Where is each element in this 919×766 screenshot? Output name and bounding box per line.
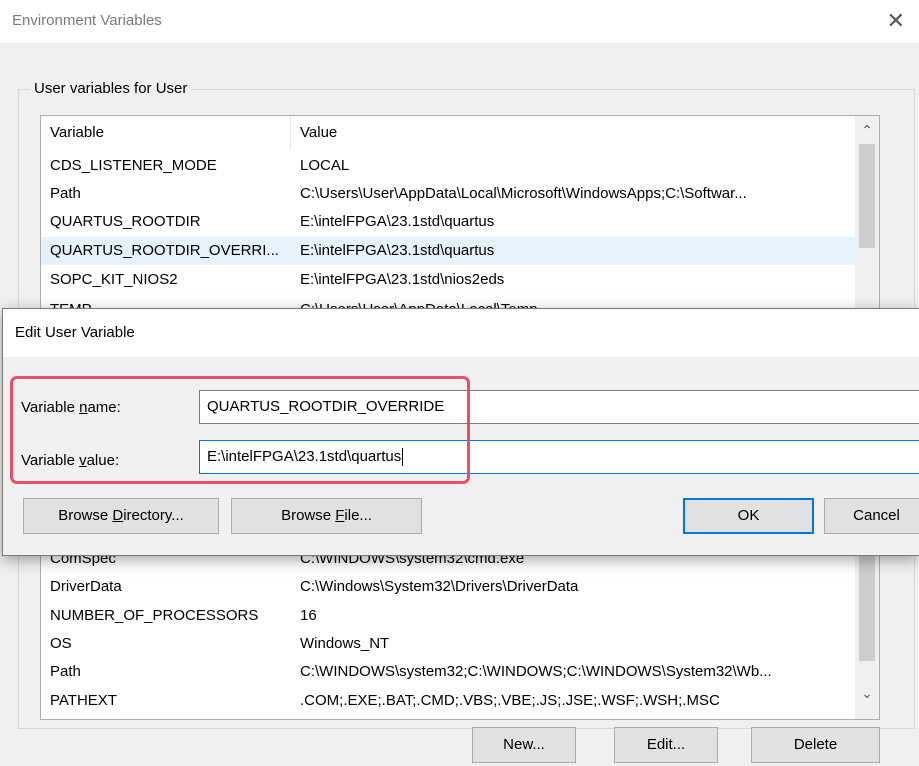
variable-name: NUMBER_OF_PROCESSORS (50, 607, 259, 624)
variable-value: LOCAL (300, 157, 350, 174)
button-text: irectory... (123, 507, 184, 524)
field-value: QUARTUS_ROOTDIR_OVERRIDE (207, 398, 445, 415)
list-item[interactable]: Path C:\WINDOWS\system32;C:\WINDOWS;C:\W… (41, 658, 855, 686)
variable-name: QUARTUS_ROOTDIR (50, 213, 201, 230)
scroll-down-icon[interactable]: ⌄ (855, 683, 879, 703)
column-header-value[interactable]: Value (290, 116, 860, 150)
variable-value: 16 (300, 607, 317, 624)
label-text: Variable (21, 399, 80, 416)
button-text: Browse (281, 507, 336, 524)
list-item[interactable]: PATHEXT .COM;.EXE;.BAT;.CMD;.VBS;.VBE;.J… (41, 687, 855, 715)
edit-button[interactable]: Edit... (614, 727, 718, 763)
button-text: Browse (58, 507, 113, 524)
variable-value-label: Variable value: (21, 452, 119, 469)
access-key: v (79, 452, 87, 469)
scroll-up-icon[interactable]: ⌃ (855, 120, 879, 140)
label-text: ame: (87, 399, 121, 416)
variable-name: Path (50, 185, 81, 202)
column-header-variable[interactable]: Variable (41, 116, 290, 150)
scroll-thumb[interactable] (859, 541, 875, 661)
variable-name: PATHEXT (50, 692, 117, 709)
list-item[interactable]: OS Windows_NT (41, 630, 855, 658)
list-item-selected[interactable]: QUARTUS_ROOTDIR_OVERRI... E:\intelFPGA\2… (41, 237, 855, 265)
variable-value-field[interactable]: E:\intelFPGA\23.1std\quartus (199, 440, 919, 474)
variable-value: Windows_NT (300, 635, 390, 652)
list-item[interactable]: Path C:\Users\User\AppData\Local\Microso… (41, 180, 855, 208)
ok-button[interactable]: OK (683, 498, 814, 534)
variable-name: Path (50, 663, 81, 680)
list-item[interactable]: CDS_LISTENER_MODE LOCAL (41, 152, 855, 180)
variable-value: C:\WINDOWS\system32;C:\WINDOWS;C:\WINDOW… (300, 663, 772, 680)
button-text: ile... (344, 507, 372, 524)
access-key: D (112, 507, 124, 524)
variable-value: E:\intelFPGA\23.1std\quartus (300, 213, 495, 230)
list-item[interactable]: SOPC_KIT_NIOS2 E:\intelFPGA\23.1std\nios… (41, 266, 855, 294)
variable-value: .COM;.EXE;.BAT;.CMD;.VBS;.VBE;.JS;.JSE;.… (300, 692, 720, 709)
list-item[interactable]: NUMBER_OF_PROCESSORS 16 (41, 602, 855, 630)
variable-name-label: Variable name: (21, 399, 121, 416)
vertical-scrollbar[interactable]: ⌃ (855, 116, 879, 314)
variable-value: C:\Users\User\AppData\Local\Microsoft\Wi… (300, 185, 747, 202)
browse-directory-button[interactable]: Browse Directory... (23, 498, 219, 534)
list-item[interactable]: DriverData C:\Windows\System32\Drivers\D… (41, 573, 855, 601)
field-value: E:\intelFPGA\23.1std\quartus (207, 448, 402, 465)
text-caret (402, 448, 404, 467)
label-text: alue: (86, 452, 120, 469)
label-text: Variable (21, 452, 80, 469)
variable-name-field[interactable]: QUARTUS_ROOTDIR_OVERRIDE (199, 390, 919, 424)
browse-file-button[interactable]: Browse File... (231, 498, 422, 534)
user-variables-group-label: User variables for User (30, 80, 192, 97)
dialog-titlebar: Edit User Variable (3, 309, 919, 357)
list-item[interactable]: QUARTUS_ROOTDIR E:\intelFPGA\23.1std\qua… (41, 208, 855, 236)
vertical-scrollbar[interactable]: ⌄ (855, 541, 879, 719)
new-button[interactable]: New... (472, 727, 576, 763)
cancel-button[interactable]: Cancel (824, 498, 919, 534)
window-titlebar: Environment Variables ✕ (0, 0, 919, 44)
variable-name: OS (50, 635, 72, 652)
dialog-title: Edit User Variable (15, 324, 135, 341)
delete-button[interactable]: Delete (751, 727, 880, 763)
user-variables-list[interactable]: Variable Value CDS_LISTENER_MODE LOCAL P… (40, 115, 880, 315)
close-icon[interactable]: ✕ (887, 8, 905, 34)
variable-name: CDS_LISTENER_MODE (50, 157, 217, 174)
variable-value: C:\Windows\System32\Drivers\DriverData (300, 578, 579, 595)
list-header: Variable Value (41, 116, 861, 150)
variable-value: E:\intelFPGA\23.1std\nios2eds (300, 271, 505, 288)
scroll-thumb[interactable] (859, 144, 875, 248)
variable-name: QUARTUS_ROOTDIR_OVERRI... (50, 242, 279, 259)
edit-user-variable-dialog: Edit User Variable Variable name: QUARTU… (2, 308, 919, 556)
variable-name: DriverData (50, 578, 122, 595)
system-variables-list[interactable]: ComSpec C:\WINDOWS\system32\cmd.exe Driv… (40, 540, 880, 720)
variable-value: E:\intelFPGA\23.1std\quartus (300, 242, 495, 259)
variable-name: SOPC_KIT_NIOS2 (50, 271, 178, 288)
window-title: Environment Variables (12, 12, 162, 29)
